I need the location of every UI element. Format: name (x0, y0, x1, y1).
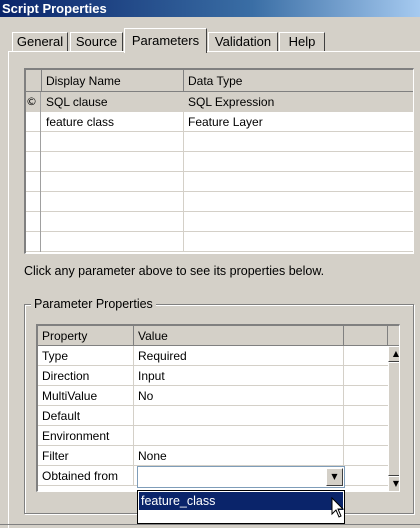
property-row[interactable]: MultiValue No (38, 386, 399, 406)
tab-general[interactable]: General (12, 32, 68, 52)
tab-source[interactable]: Source (70, 32, 123, 52)
parameters-grid[interactable]: Display Name Data Type © SQL clause SQL … (24, 68, 414, 254)
property-name: Default (38, 406, 134, 426)
property-name: Filter (38, 446, 134, 466)
grid-header: Display Name Data Type (26, 70, 413, 92)
tab-help[interactable]: Help (279, 32, 325, 52)
property-value[interactable]: Input (134, 366, 344, 386)
chevron-down-icon[interactable]: ▼ (326, 468, 343, 486)
property-row[interactable]: Direction Input (38, 366, 399, 386)
empty-row[interactable] (26, 232, 413, 252)
parameter-name[interactable]: SQL clause (42, 92, 184, 112)
obtained-from-combobox[interactable]: ▼ (137, 466, 345, 488)
row-selector-icon: © (26, 92, 41, 112)
tab-validation[interactable]: Validation (208, 32, 278, 52)
properties-scrollbar[interactable]: ▲ ▼ (388, 346, 399, 491)
scroll-up-icon[interactable]: ▲ (388, 346, 399, 362)
group-title: Parameter Properties (31, 297, 156, 311)
property-value[interactable]: No (134, 386, 344, 406)
column-property[interactable]: Property (38, 326, 134, 346)
parameter-type[interactable]: Feature Layer (184, 112, 413, 132)
scroll-down-icon[interactable]: ▼ (388, 476, 399, 491)
empty-row[interactable] (26, 152, 413, 172)
scroll-thumb[interactable] (388, 362, 399, 476)
window-title: Script Properties (2, 1, 107, 16)
property-row[interactable]: Type Required (38, 346, 399, 366)
title-bar: Script Properties (0, 0, 420, 17)
tab-parameters[interactable]: Parameters (124, 28, 207, 53)
column-display-name[interactable]: Display Name (42, 70, 184, 92)
combobox-dropdown-list[interactable]: feature_class (137, 490, 345, 524)
properties-header: Property Value (38, 326, 399, 346)
property-name: MultiValue (38, 386, 134, 406)
property-value[interactable] (134, 426, 344, 446)
grid-corner (26, 70, 42, 92)
empty-row[interactable] (26, 192, 413, 212)
property-value[interactable]: None (134, 446, 344, 466)
empty-row[interactable] (26, 172, 413, 192)
property-name: Obtained from (38, 466, 134, 486)
tab-bar: General Source Parameters Validation Hel… (0, 28, 420, 53)
dialog-bottom-edge (0, 524, 420, 528)
property-value[interactable] (134, 406, 344, 426)
property-name: Direction (38, 366, 134, 386)
parameter-type[interactable]: SQL Expression (184, 92, 413, 112)
property-row[interactable]: Environment (38, 426, 399, 446)
dropdown-option-feature-class[interactable]: feature_class (139, 492, 343, 510)
property-row[interactable]: Default (38, 406, 399, 426)
mouse-cursor-icon (331, 497, 345, 518)
column-extra (344, 326, 388, 346)
row-selector (26, 112, 41, 132)
property-value[interactable]: Required (134, 346, 344, 366)
parameter-row[interactable]: © SQL clause SQL Expression (26, 92, 413, 112)
hint-text: Click any parameter above to see its pro… (24, 264, 325, 278)
empty-row[interactable] (26, 212, 413, 232)
property-name: Type (38, 346, 134, 366)
column-data-type[interactable]: Data Type (184, 70, 413, 92)
column-value[interactable]: Value (134, 326, 344, 346)
property-name: Environment (38, 426, 134, 446)
parameter-name[interactable]: feature class (42, 112, 184, 132)
parameter-row[interactable]: feature class Feature Layer (26, 112, 413, 132)
property-row[interactable]: Filter None (38, 446, 399, 466)
empty-row[interactable] (26, 132, 413, 152)
